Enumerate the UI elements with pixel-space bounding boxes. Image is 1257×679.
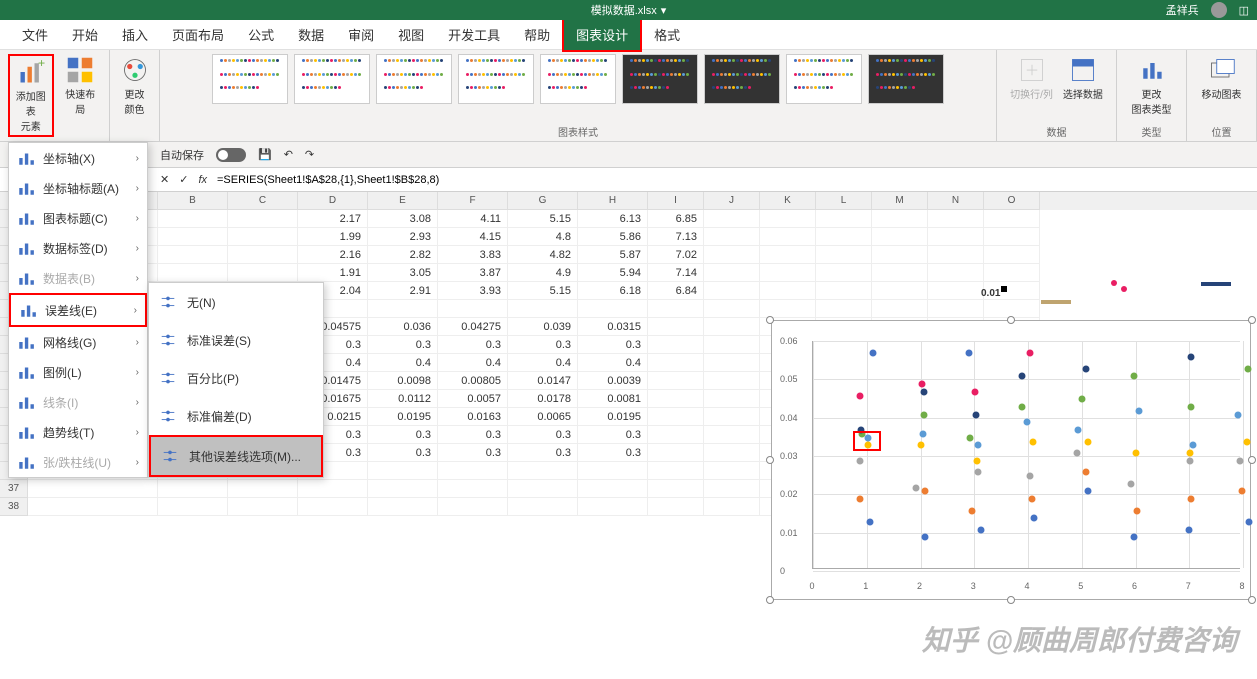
autosave-label: 自动保存 bbox=[160, 147, 204, 163]
formula-input[interactable] bbox=[217, 174, 1257, 186]
tab-格式[interactable]: 格式 bbox=[642, 19, 692, 50]
col-header[interactable]: H bbox=[578, 192, 648, 210]
col-header[interactable]: F bbox=[438, 192, 508, 210]
tab-插入[interactable]: 插入 bbox=[110, 19, 160, 50]
menu-坐标轴(X)[interactable]: 坐标轴(X)› bbox=[9, 143, 147, 173]
chart-style-9[interactable] bbox=[868, 54, 944, 104]
row-header[interactable]: 37 bbox=[0, 480, 28, 498]
col-header[interactable]: I bbox=[648, 192, 704, 210]
tab-视图[interactable]: 视图 bbox=[386, 19, 436, 50]
chart-style-7[interactable] bbox=[704, 54, 780, 104]
col-header[interactable]: C bbox=[228, 192, 298, 210]
save-icon[interactable]: 💾 bbox=[258, 148, 272, 161]
tab-图表设计[interactable]: 图表设计 bbox=[562, 17, 642, 52]
chart-style-2[interactable] bbox=[294, 54, 370, 104]
select-data-button[interactable]: 选择数据 bbox=[1061, 54, 1105, 103]
submenu-无(N)[interactable]: 无(N) bbox=[149, 283, 323, 321]
filename: 模拟数据.xlsx bbox=[591, 2, 657, 18]
change-chart-type-button[interactable]: 更改 图表类型 bbox=[1130, 54, 1174, 118]
ribbon-tabs: 文件开始插入页面布局公式数据审阅视图开发工具帮助图表设计格式 bbox=[0, 20, 1257, 50]
fx-icon[interactable]: fx bbox=[198, 174, 207, 186]
submenu-标准误差(S)[interactable]: 标准误差(S) bbox=[149, 321, 323, 359]
embedded-scatter-chart[interactable]: 00.010.020.030.040.050.06012345678 bbox=[771, 320, 1251, 600]
cancel-icon[interactable]: ✕ bbox=[160, 173, 169, 186]
menu-网格线(G)[interactable]: 网格线(G)› bbox=[9, 327, 147, 357]
col-header[interactable]: M bbox=[872, 192, 928, 210]
menu-误差线(E)[interactable]: 误差线(E)› bbox=[9, 293, 147, 327]
chart-style-5[interactable] bbox=[540, 54, 616, 104]
menu-图表标题(C)[interactable]: 图表标题(C)› bbox=[9, 203, 147, 233]
ribbon: + 添加图表 元素 快速布局 更改 颜色 图表样式 切换行/列 bbox=[0, 50, 1257, 142]
tab-开始[interactable]: 开始 bbox=[60, 19, 110, 50]
switch-row-col-button[interactable]: 切换行/列 bbox=[1008, 54, 1055, 103]
confirm-icon[interactable]: ✓ bbox=[179, 173, 188, 186]
watermark: 知乎 @顾曲周郎付费咨询 bbox=[922, 619, 1237, 659]
menu-张/跌柱线(U): 张/跌柱线(U)› bbox=[9, 447, 147, 477]
tab-帮助[interactable]: 帮助 bbox=[512, 19, 562, 50]
chart-style-4[interactable] bbox=[458, 54, 534, 104]
autosave-toggle[interactable] bbox=[216, 148, 246, 162]
menu-图例(L)[interactable]: 图例(L)› bbox=[9, 357, 147, 387]
submenu-标准偏差(D)[interactable]: 标准偏差(D) bbox=[149, 397, 323, 435]
formula-bar: ✕ ✓ fx bbox=[0, 168, 1257, 192]
tab-数据[interactable]: 数据 bbox=[286, 19, 336, 50]
tab-文件[interactable]: 文件 bbox=[10, 19, 60, 50]
svg-text:+: + bbox=[38, 58, 45, 70]
error-bars-submenu: 无(N)标准误差(S)百分比(P)标准偏差(D)其他误差线选项(M)... bbox=[148, 282, 324, 478]
submenu-百分比(P)[interactable]: 百分比(P) bbox=[149, 359, 323, 397]
menu-坐标轴标题(A)[interactable]: 坐标轴标题(A)› bbox=[9, 173, 147, 203]
chart-styles-gallery[interactable] bbox=[212, 54, 944, 122]
title-bar: 模拟数据.xlsx ▾ 孟祥兵 ◫ bbox=[0, 0, 1257, 20]
menu-趋势线(T)[interactable]: 趋势线(T)› bbox=[9, 417, 147, 447]
chart-style-3[interactable] bbox=[376, 54, 452, 104]
col-header[interactable]: D bbox=[298, 192, 368, 210]
username: 孟祥兵 bbox=[1166, 2, 1199, 18]
tab-公式[interactable]: 公式 bbox=[236, 19, 286, 50]
quick-layout-button[interactable]: 快速布局 bbox=[60, 54, 102, 118]
col-header[interactable]: L bbox=[816, 192, 872, 210]
undo-icon[interactable]: ↶ bbox=[284, 148, 293, 161]
col-header[interactable]: B bbox=[158, 192, 228, 210]
add-element-dropdown: 坐标轴(X)›坐标轴标题(A)›图表标题(C)›数据标签(D)›数据表(B)›误… bbox=[8, 142, 148, 478]
quick-access-toolbar: 自动保存 💾 ↶ ↷ bbox=[0, 142, 1257, 168]
menu-数据表(B): 数据表(B)› bbox=[9, 263, 147, 293]
chart-style-8[interactable] bbox=[786, 54, 862, 104]
menu-数据标签(D)[interactable]: 数据标签(D)› bbox=[9, 233, 147, 263]
chart-fragment: 0.01 bbox=[981, 278, 1251, 318]
row-header[interactable]: 38 bbox=[0, 498, 28, 516]
ribbon-display-icon[interactable]: ◫ bbox=[1239, 4, 1249, 17]
col-header[interactable]: J bbox=[704, 192, 760, 210]
chart-style-1[interactable] bbox=[212, 54, 288, 104]
move-chart-button[interactable]: 移动图表 bbox=[1200, 54, 1244, 103]
col-header[interactable]: E bbox=[368, 192, 438, 210]
col-header[interactable]: K bbox=[760, 192, 816, 210]
avatar-icon[interactable] bbox=[1211, 2, 1227, 18]
tab-开发工具[interactable]: 开发工具 bbox=[436, 19, 512, 50]
menu-线条(I): 线条(I)› bbox=[9, 387, 147, 417]
col-header[interactable]: O bbox=[984, 192, 1040, 210]
add-chart-element-button[interactable]: + 添加图表 元素 bbox=[8, 54, 54, 137]
col-header[interactable]: N bbox=[928, 192, 984, 210]
submenu-其他误差线选项(M)...[interactable]: 其他误差线选项(M)... bbox=[149, 435, 323, 477]
tab-页面布局[interactable]: 页面布局 bbox=[160, 19, 236, 50]
change-colors-button[interactable]: 更改 颜色 bbox=[119, 54, 151, 118]
tab-审阅[interactable]: 审阅 bbox=[336, 19, 386, 50]
chart-style-6[interactable] bbox=[622, 54, 698, 104]
redo-icon[interactable]: ↷ bbox=[305, 148, 314, 161]
col-header[interactable]: G bbox=[508, 192, 578, 210]
